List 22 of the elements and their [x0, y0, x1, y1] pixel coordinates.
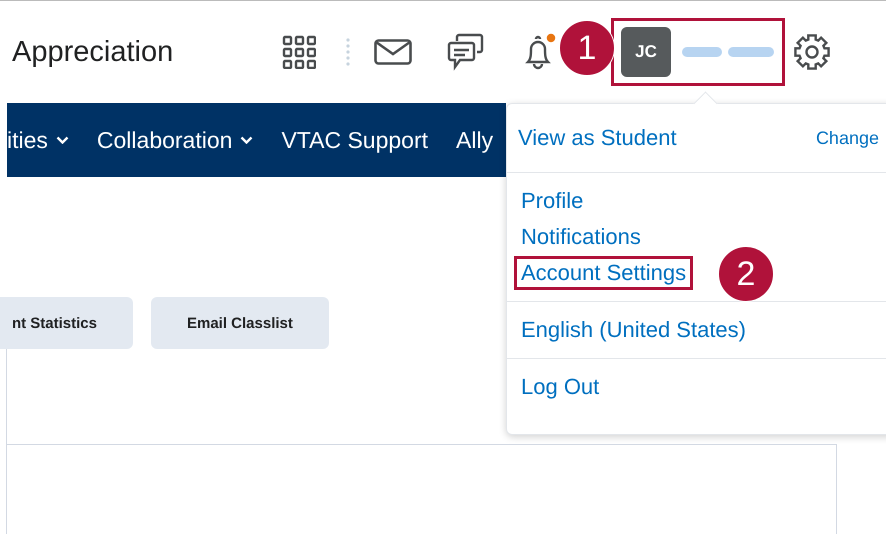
- chat-bubbles-icon[interactable]: [446, 33, 484, 71]
- menu-item[interactable]: English (United States): [514, 313, 753, 347]
- nav-link[interactable]: ities: [7, 126, 48, 154]
- avatar-initials: JC: [621, 27, 671, 77]
- menu-item[interactable]: Log Out: [514, 370, 606, 404]
- nav-link[interactable]: Collaboration: [96, 126, 232, 154]
- course-title: Appreciation: [12, 36, 174, 68]
- mail-icon[interactable]: [374, 39, 412, 65]
- app-grid-icon[interactable]: [282, 35, 316, 69]
- toolbar-button[interactable]: Email Classlist: [151, 297, 329, 349]
- menu-item[interactable]: Profile: [514, 184, 590, 218]
- toolbar-button[interactable]: nt Statistics: [0, 297, 133, 349]
- menu-item[interactable]: Account Settings: [514, 256, 694, 290]
- step-number-badge: 1: [559, 20, 615, 76]
- change-link[interactable]: Change: [816, 128, 879, 148]
- user-menu-button[interactable]: JC: [611, 18, 785, 86]
- menu-heading: View as Student: [518, 125, 677, 151]
- nav-link[interactable]: Ally: [456, 126, 494, 154]
- settings-icon[interactable]: [793, 33, 831, 71]
- divider-dots-icon: [346, 37, 350, 67]
- nav-link[interactable]: VTAC Support: [281, 126, 428, 154]
- menu-item[interactable]: Notifications: [514, 220, 648, 254]
